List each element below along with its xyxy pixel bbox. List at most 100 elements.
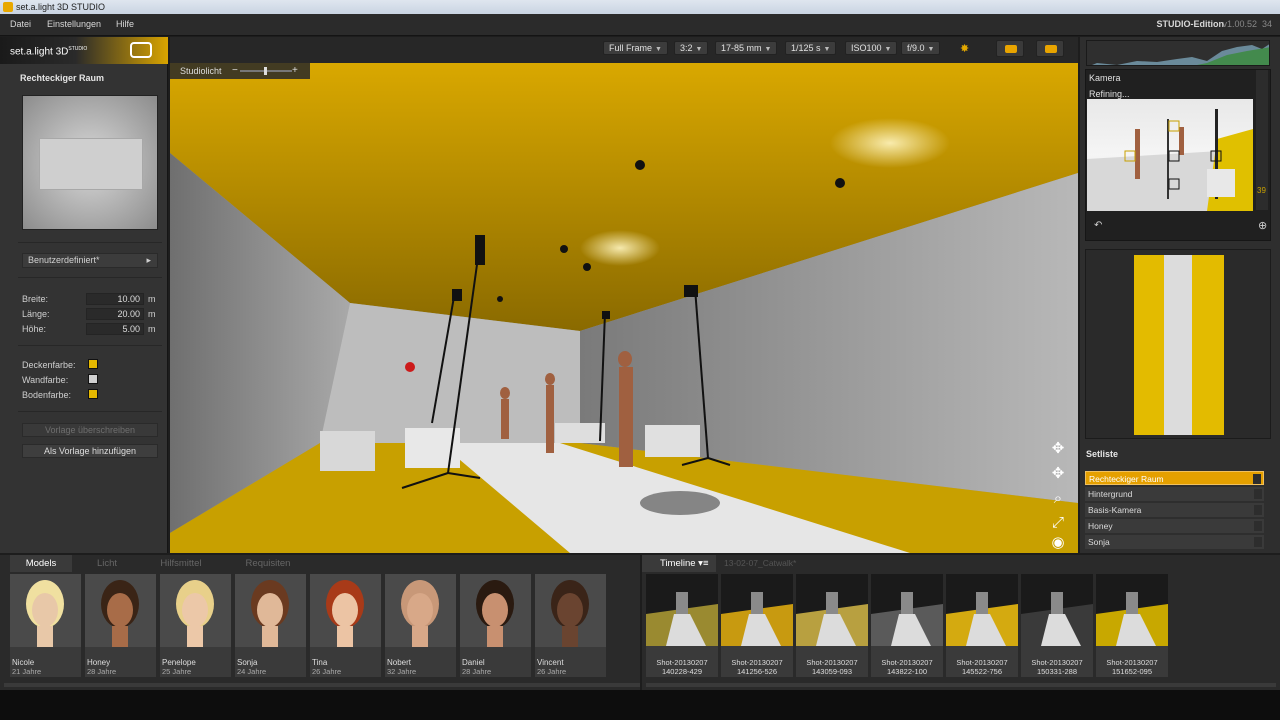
- logo: set.a.light 3DSTUDIO: [10, 46, 88, 58]
- model-card[interactable]: Daniel 28 Jahre: [460, 574, 531, 677]
- studio-light-increase[interactable]: +: [292, 63, 298, 79]
- floor-plan: [1134, 255, 1224, 435]
- length-label: Länge:: [22, 309, 50, 319]
- model-card[interactable]: Honey 28 Jahre: [85, 574, 156, 677]
- model-name: Nobert: [387, 658, 412, 667]
- shot-time: 145522-756: [961, 667, 1003, 676]
- shutter-select[interactable]: 1/125 s ▼: [785, 41, 837, 55]
- menu-hilfe[interactable]: Hilfe: [116, 19, 134, 29]
- undo-icon[interactable]: ↶: [1094, 220, 1102, 231]
- shot-time: 143822-100: [886, 667, 928, 676]
- preset-select[interactable]: Benutzerdefiniert* ▸: [22, 253, 158, 268]
- setlist-item[interactable]: Basis-Kamera: [1085, 503, 1264, 517]
- room-preview-image: [22, 95, 158, 230]
- setlist-item[interactable]: Honey: [1085, 519, 1264, 533]
- shot-name: Shot-20130207: [656, 658, 708, 667]
- ceiling-color-swatch[interactable]: [88, 359, 98, 369]
- shot-card[interactable]: Shot-20130207 145522-756: [946, 574, 1018, 677]
- window-title: set.a.light 3D STUDIO: [16, 2, 106, 12]
- eye-icon[interactable]: ◉: [1048, 533, 1068, 553]
- model-portrait: [10, 574, 81, 647]
- overwrite-template-button[interactable]: Vorlage überschreiben: [22, 423, 158, 437]
- model-portrait: [160, 574, 231, 647]
- length-input[interactable]: 20.00: [86, 308, 144, 320]
- shot-card[interactable]: Shot-20130207 141256-526: [721, 574, 793, 677]
- model-card[interactable]: Nicole 21 Jahre: [10, 574, 81, 677]
- studio-light-decrease[interactable]: −: [232, 63, 238, 79]
- zoom-slider-value: 39: [1257, 186, 1266, 195]
- aperture-select[interactable]: f/9.0 ▼: [901, 41, 941, 55]
- model-card[interactable]: Tina 26 Jahre: [310, 574, 381, 677]
- iso-select[interactable]: ISO100 ▼: [845, 41, 898, 55]
- model-age: 28 Jahre: [462, 667, 492, 676]
- fullscreen-icon[interactable]: [130, 42, 152, 58]
- studio-light-slider-handle[interactable]: [264, 67, 267, 75]
- shot-time: 150331-288: [1036, 667, 1078, 676]
- menu-bar: Datei Einstellungen Hilfe STUDIO-Edition…: [0, 14, 1280, 36]
- shot-thumbnail: [796, 574, 868, 646]
- shot-card[interactable]: Shot-20130207 140228-429: [646, 574, 718, 677]
- shot-name: Shot-20130207: [731, 658, 783, 667]
- shot-card[interactable]: Shot-20130207 143822-100: [871, 574, 943, 677]
- shot-name: Shot-20130207: [956, 658, 1008, 667]
- window-titlebar: set.a.light 3D STUDIO: [0, 0, 1280, 14]
- model-age: 28 Jahre: [87, 667, 117, 676]
- library-panel: Models Licht Hilfsmittel Requisiten Nico…: [0, 555, 640, 690]
- width-unit: m: [148, 294, 156, 304]
- model-card[interactable]: Sonja 24 Jahre: [235, 574, 306, 677]
- sensor-format-select[interactable]: Full Frame ▼: [603, 41, 668, 55]
- camera-label: Kamera: [1089, 73, 1121, 83]
- model-card[interactable]: Nobert 32 Jahre: [385, 574, 456, 677]
- model-age: 26 Jahre: [537, 667, 567, 676]
- pan-icon[interactable]: ✥: [1048, 464, 1068, 484]
- wall-color-swatch[interactable]: [88, 374, 98, 384]
- fit-view-icon[interactable]: ⤢: [1048, 513, 1068, 533]
- floor-plan-panel[interactable]: [1085, 249, 1271, 439]
- timeline-scrollbar[interactable]: [646, 683, 1276, 687]
- chevron-right-icon: ▸: [146, 255, 151, 265]
- timeline-set-name: 13-02-07_Catwalk*: [724, 558, 797, 568]
- shot-card[interactable]: Shot-20130207 151652-095: [1096, 574, 1168, 677]
- tab-requisiten[interactable]: Requisiten: [230, 555, 306, 572]
- model-name: Nicole: [12, 658, 35, 667]
- target-icon[interactable]: ⊕: [1258, 219, 1267, 232]
- shot-thumbnail: [1021, 574, 1093, 646]
- model-portrait: [310, 574, 381, 647]
- modeling-light-icon[interactable]: ✸: [960, 42, 969, 55]
- model-card[interactable]: Penelope 25 Jahre: [160, 574, 231, 677]
- move-icon[interactable]: ✥: [1048, 439, 1068, 459]
- library-scrollbar[interactable]: [4, 683, 640, 687]
- shot-card[interactable]: Shot-20130207 143059-093: [796, 574, 868, 677]
- menu-datei[interactable]: Datei: [10, 19, 31, 29]
- model-portrait: [460, 574, 531, 647]
- camera-toolbar: Full Frame ▼ 3:2 ▼ 17-85 mm ▼ 1/125 s ▼ ISO1…: [170, 37, 1078, 63]
- model-portrait: [535, 574, 606, 647]
- height-label: Höhe:: [22, 324, 47, 334]
- shot-name: Shot-20130207: [1031, 658, 1083, 667]
- width-input[interactable]: 10.00: [86, 293, 144, 305]
- studio-light-label: Studiolicht: [180, 66, 222, 76]
- shot-card[interactable]: Shot-20130207 150331-288: [1021, 574, 1093, 677]
- add-template-button[interactable]: Als Vorlage hinzufügen: [22, 444, 158, 458]
- tab-models[interactable]: Models: [10, 555, 72, 572]
- 3d-viewport[interactable]: Studiolicht − + ✥ ✥ ⌕ ⤢ ◉: [170, 63, 1078, 553]
- model-card[interactable]: Vincent 26 Jahre: [535, 574, 606, 677]
- menu-einstellungen[interactable]: Einstellungen: [47, 19, 101, 29]
- camera-settings-button[interactable]: [1036, 40, 1064, 57]
- tab-timeline[interactable]: Timeline ▾≡: [642, 555, 716, 572]
- zoom-icon[interactable]: ⌕: [1048, 489, 1068, 509]
- take-photo-button[interactable]: [996, 40, 1024, 57]
- floor-color-swatch[interactable]: [88, 389, 98, 399]
- tab-hilfsmittel[interactable]: Hilfsmittel: [145, 555, 217, 572]
- tab-licht[interactable]: Licht: [76, 555, 138, 572]
- aspect-ratio-select[interactable]: 3:2 ▼: [674, 41, 709, 55]
- setlist-item[interactable]: Hintergrund: [1085, 487, 1264, 501]
- lens-select[interactable]: 17-85 mm ▼: [715, 41, 778, 55]
- panel-title: Rechteckiger Raum: [20, 73, 105, 83]
- model-age: 21 Jahre: [12, 667, 42, 676]
- height-input[interactable]: 5.00: [86, 323, 144, 335]
- setlist-item[interactable]: Rechteckiger Raum: [1085, 471, 1264, 485]
- model-portrait: [85, 574, 156, 647]
- model-age: 26 Jahre: [312, 667, 342, 676]
- setlist-item[interactable]: Sonja: [1085, 535, 1264, 549]
